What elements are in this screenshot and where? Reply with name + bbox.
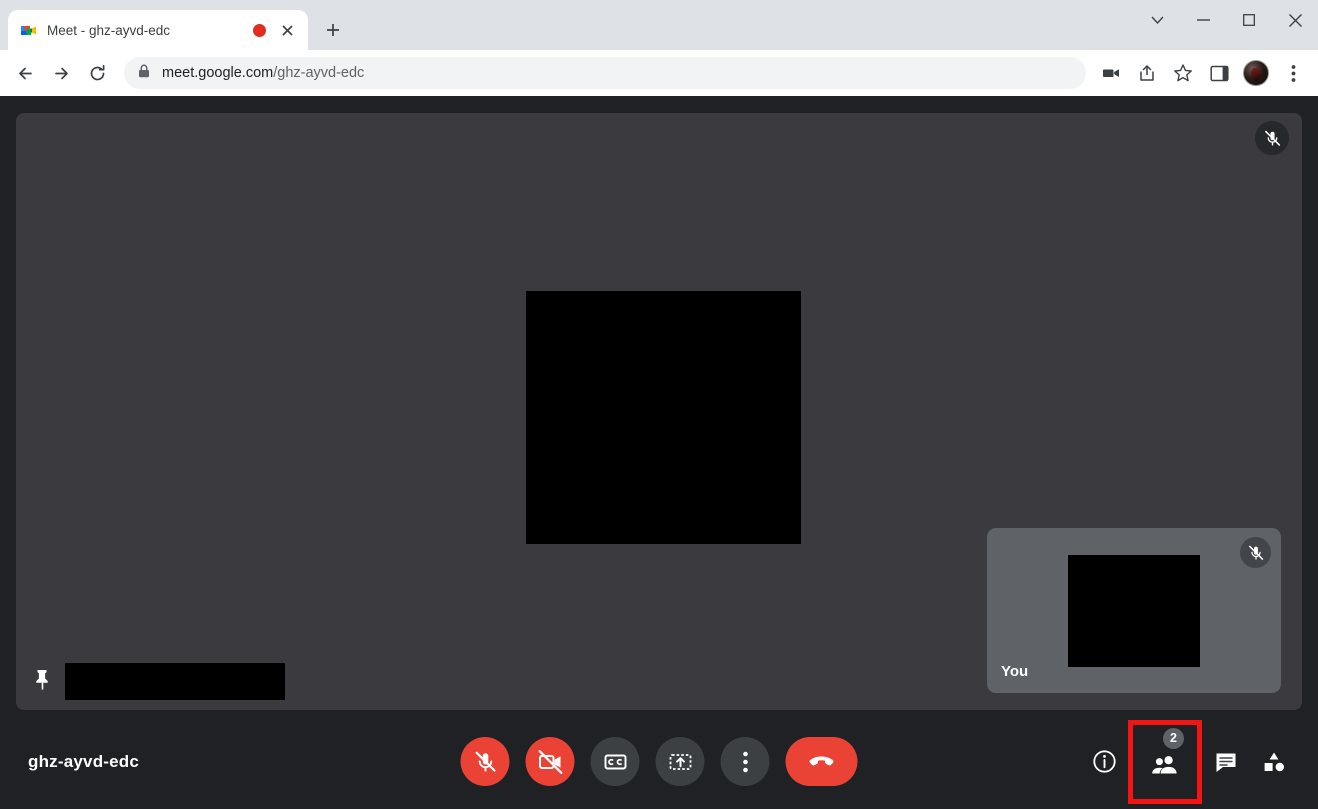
meeting-bottom-bar: ghz-ayvd-edc 2 (0, 714, 1318, 809)
captions-button[interactable] (590, 737, 640, 786)
share-icon[interactable] (1130, 56, 1164, 90)
tab-close-icon[interactable] (276, 19, 298, 41)
browser-window: Meet - ghz-ayvd-edc meet.google.com/ghz-… (0, 0, 1318, 809)
redacted-video-content (526, 291, 801, 544)
meeting-code-label: ghz-ayvd-edc (28, 751, 140, 771)
bookmark-star-icon[interactable] (1166, 56, 1200, 90)
camera-button[interactable] (525, 737, 575, 786)
tab-title: Meet - ghz-ayvd-edc (47, 22, 171, 38)
show-everyone-button[interactable]: 2 (1128, 719, 1202, 804)
profile-avatar[interactable] (1243, 60, 1269, 86)
minimize-icon[interactable] (1180, 0, 1226, 40)
reload-icon[interactable] (80, 56, 114, 90)
self-view-tile[interactable]: You (987, 528, 1281, 693)
maximize-icon[interactable] (1226, 0, 1272, 40)
redacted-self-video (1068, 555, 1200, 667)
close-window-icon[interactable] (1272, 0, 1318, 40)
meeting-controls (460, 737, 858, 786)
lock-icon[interactable] (138, 64, 150, 83)
media-cast-icon[interactable] (1094, 56, 1128, 90)
participant-count-badge: 2 (1163, 727, 1184, 749)
url-domain: meet.google.com (162, 65, 274, 81)
google-meet-icon (20, 22, 37, 39)
tab-strip: Meet - ghz-ayvd-edc (0, 0, 1318, 50)
pin-icon[interactable] (32, 668, 53, 696)
activities-button[interactable] (1250, 738, 1298, 786)
chat-button[interactable] (1202, 738, 1250, 786)
leave-call-button[interactable] (785, 737, 858, 786)
browser-toolbar: meet.google.com/ghz-ayvd-edc (0, 50, 1318, 96)
recording-dot-icon[interactable] (253, 23, 266, 37)
address-bar[interactable]: meet.google.com/ghz-ayvd-edc (124, 57, 1086, 89)
browser-tab[interactable]: Meet - ghz-ayvd-edc (8, 10, 308, 50)
people-icon (1150, 752, 1180, 783)
url-path: /ghz-ayvd-edc (273, 65, 365, 81)
self-view-label: You (1001, 663, 1029, 680)
redacted-participant-name (65, 663, 285, 700)
meeting-right-controls: 2 (1080, 719, 1298, 804)
pinned-participant-row (32, 663, 285, 700)
new-tab-button[interactable] (318, 15, 348, 45)
microphone-button[interactable] (460, 737, 510, 786)
side-panel-icon[interactable] (1202, 56, 1236, 90)
meeting-details-button[interactable] (1080, 738, 1128, 786)
main-video-tile[interactable]: You (16, 113, 1302, 710)
present-button[interactable] (655, 737, 705, 786)
url-text: meet.google.com/ghz-ayvd-edc (162, 65, 364, 81)
more-options-button[interactable] (720, 737, 770, 786)
chrome-menu-icon[interactable] (1276, 56, 1310, 90)
forward-icon[interactable] (44, 56, 78, 90)
tab-search-icon[interactable] (1134, 0, 1180, 40)
main-tile-mic-muted-icon (1255, 121, 1289, 155)
google-meet-page: You ghz-ayvd-edc 2 (0, 96, 1318, 809)
self-view-mic-muted-icon (1240, 537, 1271, 568)
back-icon[interactable] (8, 56, 42, 90)
window-controls (1134, 0, 1318, 40)
